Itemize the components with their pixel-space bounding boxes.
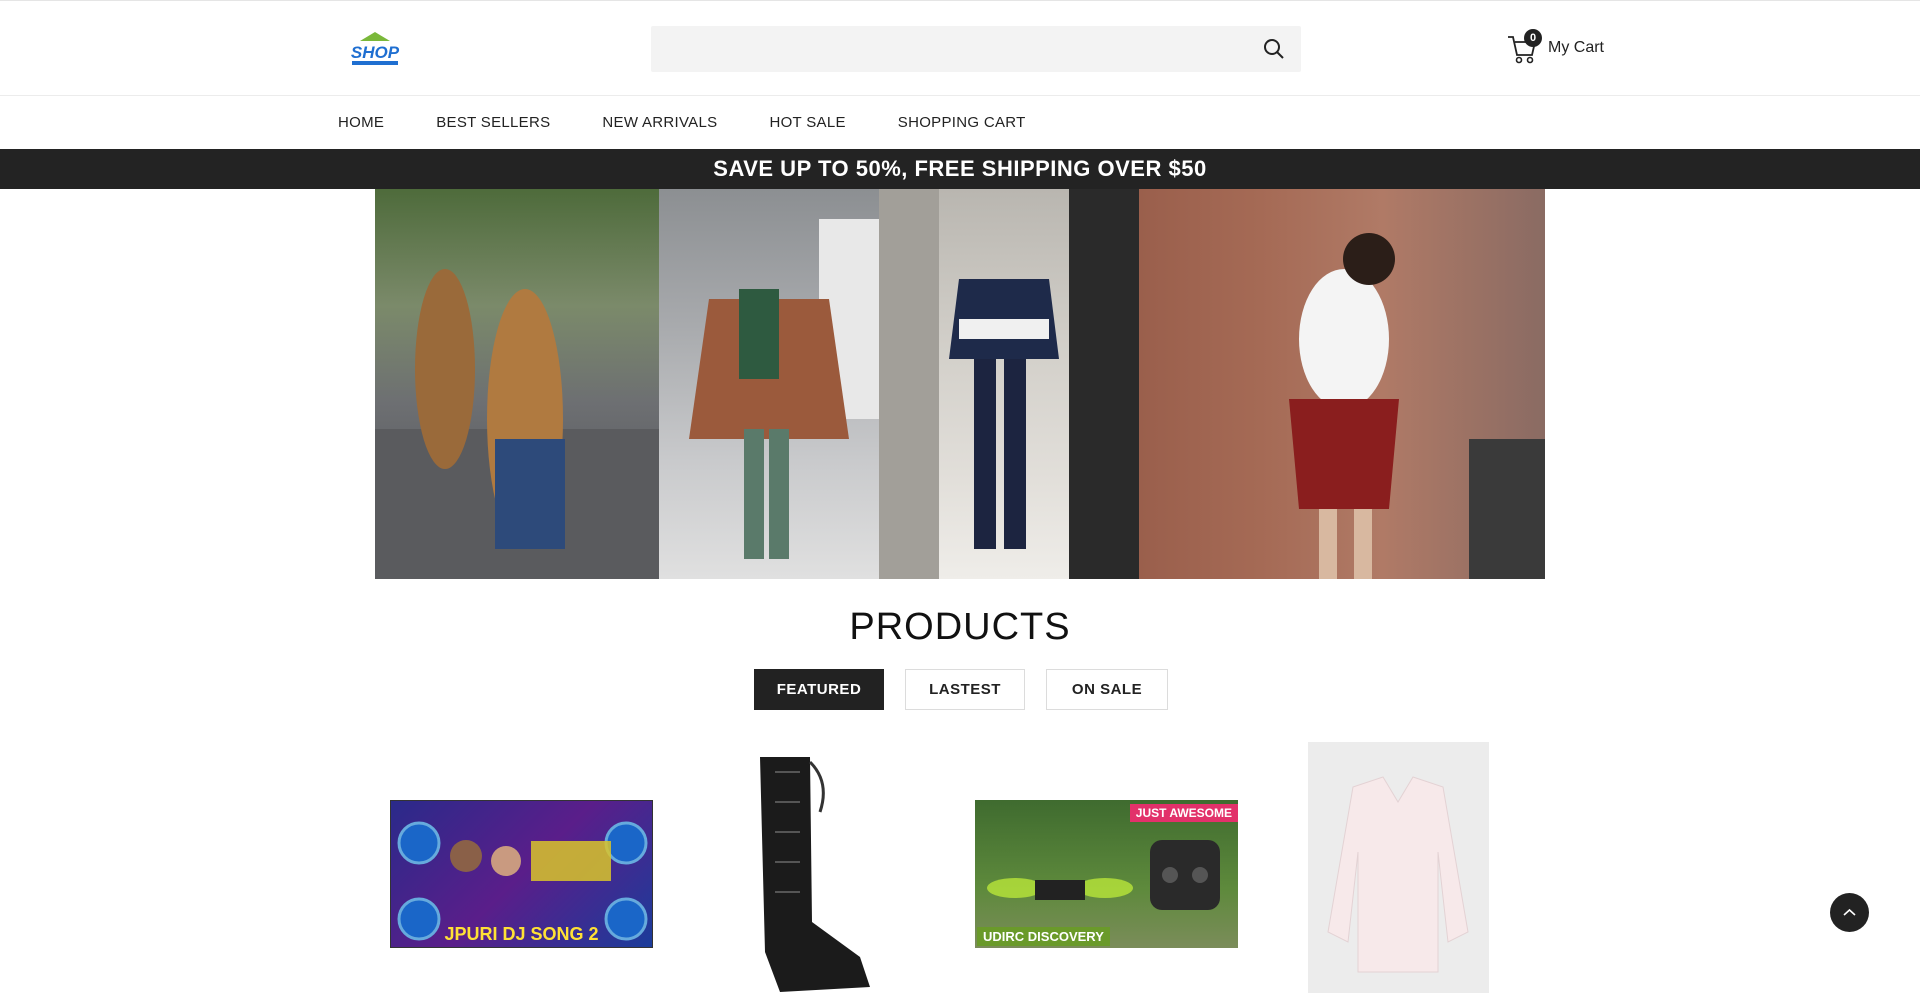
product-caption: UDIRC DISCOVERY [977,927,1110,946]
tab-featured[interactable]: FEATURED [754,669,884,710]
hero-image-1 [375,189,659,579]
search-input[interactable] [651,26,1251,72]
cart-count-badge: 0 [1524,29,1542,47]
product-card-sweater[interactable] [1308,742,1489,993]
site-header: SHOP 0 My Cart [0,0,1920,96]
product-card-drone[interactable]: JUST AWESOME UDIRC DISCOVERY [975,800,1238,948]
main-nav: HOME BEST SELLERS NEW ARRIVALS HOT SALE … [0,96,1920,149]
nav-item-shopping-cart[interactable]: SHOPPING CART [898,114,1026,131]
shop-logo[interactable]: SHOP [346,29,404,71]
nav-item-home[interactable]: HOME [338,114,384,131]
hero-image-3 [879,189,1139,579]
cart-icon: 0 [1506,29,1542,65]
cart-label: My Cart [1548,39,1604,56]
tab-on-sale[interactable]: ON SALE [1046,669,1168,710]
cart-link[interactable]: 0 My Cart [1506,28,1604,68]
nav-item-best-sellers[interactable]: BEST SELLERS [436,114,550,131]
search-icon[interactable] [1263,38,1285,60]
products-title: PRODUCTS [849,606,1071,648]
back-to-top-button[interactable] [1830,893,1869,932]
product-tabs: FEATURED LASTEST ON SALE [754,669,1189,710]
product-tag: JUST AWESOME [1129,804,1238,822]
svg-text:SHOP: SHOP [351,43,400,62]
tab-lastest[interactable]: LASTEST [905,669,1025,710]
chevron-up-icon [1843,908,1856,916]
hero-image-2 [659,189,879,579]
nav-item-hot-sale[interactable]: HOT SALE [769,114,845,131]
product-card-dj-song[interactable]: JPURI DJ SONG 2 [390,800,653,948]
nav-item-new-arrivals[interactable]: NEW ARRIVALS [602,114,717,131]
product-card-boot[interactable] [720,752,890,993]
product-image [760,757,870,992]
product-caption: JPURI DJ SONG 2 [444,924,599,944]
hero-banner[interactable] [375,189,1545,579]
product-image [1327,776,1469,973]
search-bar [651,26,1301,72]
promo-banner: SAVE UP TO 50%, FREE SHIPPING OVER $50 [0,149,1920,189]
hero-image-4 [1139,189,1545,579]
product-image [987,840,1220,910]
